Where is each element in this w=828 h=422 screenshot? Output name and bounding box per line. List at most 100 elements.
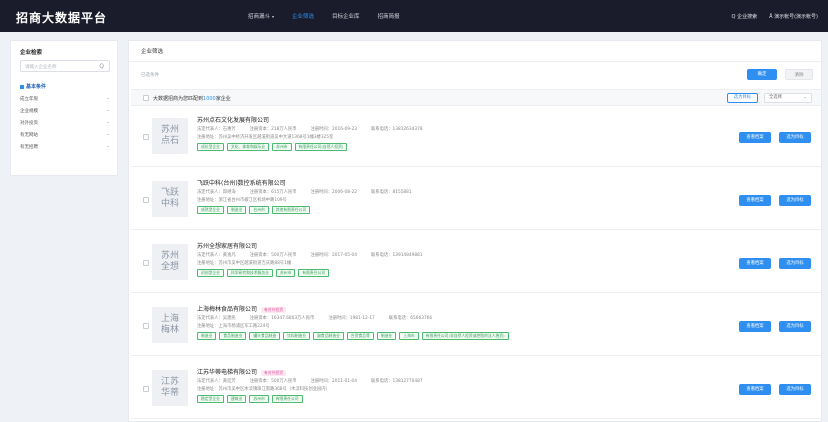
company-name-text: 江苏华蒂电梯有限公司	[197, 369, 258, 376]
app-title: 招商大数据平台	[16, 11, 108, 25]
company-name-text: 苏州全想家居有限公司	[197, 243, 258, 250]
company-card: 飞跃 中科 飞跃中科(台州)数控系统有限公司 法定代表人：邱继海 注册资本：615万…	[131, 170, 821, 230]
company-name[interactable]: 上海梅林食品有限公司 有对外投资	[197, 304, 286, 313]
company-tag: 制造业	[197, 332, 217, 340]
company-checkbox[interactable]	[143, 386, 149, 392]
company-tags: 初创型企业 科学研究和技术服务业 苏州市 有限责任公司	[197, 269, 330, 277]
company-tag: 台资食品等	[346, 332, 374, 340]
company-tag: 副食品制造业	[313, 332, 344, 340]
chevron-down-icon: ⌄	[106, 96, 110, 101]
registration-date: 注册时间：2011-01-04	[310, 379, 358, 384]
chevron-down-icon: ⌄	[106, 120, 110, 125]
investment-badge: 有对外投资	[261, 306, 286, 313]
company-info: 法定代表人：吴建民 注册资本：16347.6803万人民币 注册时间：1981-12…	[197, 315, 446, 321]
chevron-down-icon: ⌄	[803, 95, 807, 100]
company-name[interactable]: 苏州点石文化发展有限公司	[197, 115, 269, 124]
select-target-button[interactable]: 选为目标	[779, 384, 811, 395]
select-all-checkbox[interactable]	[143, 95, 149, 101]
company-checkbox[interactable]	[143, 260, 149, 266]
legal-rep: 法定代表人：石惠芳	[197, 127, 236, 132]
company-tag: 有限责任公司	[271, 395, 303, 403]
registration-date: 注册时间：1981-12-17	[328, 316, 375, 321]
summary-prefix: 大数据招商为您匹配到	[153, 96, 204, 102]
sidebar-item-has-hiring[interactable]: 有无招聘 ⌄	[20, 144, 110, 150]
select-target-button[interactable]: 选为目标	[779, 258, 811, 269]
sidebar-item-company-scale[interactable]: 企业规模 ⌄	[20, 108, 110, 114]
view-profile-button[interactable]: 查看档案	[739, 195, 771, 206]
company-tag: 罐头食品制造	[249, 332, 281, 340]
chevron-down-icon: ⌄	[106, 144, 110, 149]
company-name[interactable]: 江苏华蒂电梯有限公司 有对外投资	[197, 367, 286, 376]
company-search-input[interactable]: 请输入企业名称 Q	[20, 60, 110, 72]
company-card: 苏州 全想 苏州全想家居有限公司 法定代表人：黄逸凡 注册资本：500万人民币 注册时…	[131, 233, 821, 293]
company-address: 注册地址：苏州市吴中区木渎镇珠江南路368号（木渎科技创业园内）	[197, 387, 330, 392]
legal-rep: 法定代表人：黄逸凡	[197, 253, 236, 258]
contact-phone: 联系电话：65663766	[388, 316, 433, 321]
main-nav: 招商漏斗 ▾ 企业筛选 目标企业库 招商简报	[248, 12, 400, 20]
company-tag: 制造业	[376, 332, 397, 340]
company-tag: 成长型企业	[197, 143, 224, 151]
select-all-dropdown[interactable]: 全选择 ⌄	[764, 93, 812, 103]
company-tag: 食品制造业	[219, 332, 247, 340]
company-logo: 江苏 华蒂	[152, 370, 188, 406]
company-logo: 苏州 点石	[152, 118, 188, 154]
logo-line: 中科	[160, 199, 179, 209]
batch-select-target-button[interactable]: 选为目标	[727, 93, 758, 103]
sidebar-item-has-website[interactable]: 有无网站 ⌄	[20, 132, 110, 138]
company-search-link[interactable]: Q 企业搜索	[732, 13, 758, 20]
summary-suffix: 家企业	[215, 96, 231, 102]
logo-line: 华蒂	[160, 388, 179, 398]
sidebar-item-label: 对外投资	[20, 121, 38, 126]
company-address: 注册地址：上海市杨浦区军工路224号	[197, 324, 270, 329]
logo-line: 苏州	[160, 251, 179, 261]
contact-phone: 联系电话：13914849881	[371, 253, 423, 258]
company-address: 注册地址：苏州市吴中区越溪街道吉庆路88号1幢	[197, 261, 292, 266]
company-tag: 初创型企业	[197, 269, 224, 277]
investment-badge: 有对外投资	[261, 369, 286, 376]
company-address: 注册地址：苏州吴中经济开发区越溪街道吴中大道1368号1幢3楼325室	[197, 135, 334, 140]
registered-capital: 注册资本：500万人民币	[249, 379, 297, 384]
logo-line: 飞跃	[160, 188, 179, 198]
select-target-button[interactable]: 选为目标	[779, 321, 811, 332]
view-profile-button[interactable]: 查看档案	[739, 321, 771, 332]
company-checkbox[interactable]	[143, 197, 149, 203]
legal-rep: 法定代表人：黄廷芳	[197, 379, 236, 384]
company-name[interactable]: 苏州全想家居有限公司	[197, 241, 257, 250]
nav-item-target-companies[interactable]: 目标企业库	[332, 12, 360, 20]
select-target-button[interactable]: 选为目标	[779, 132, 811, 143]
user-account-menu[interactable]: Å 演示帐号(演示帐号)	[769, 13, 818, 20]
nav-item-funnel[interactable]: 招商漏斗 ▾	[248, 12, 274, 20]
company-name-text: 飞跃中科(台州)数控系统有限公司	[197, 180, 286, 187]
nav-item-company-filter[interactable]: 企业筛选	[292, 12, 314, 20]
section-marker-icon	[20, 84, 24, 89]
view-profile-button[interactable]: 查看档案	[739, 258, 771, 269]
confirm-button[interactable]: 确定	[747, 69, 777, 80]
chevron-down-icon: ⌄	[106, 132, 110, 137]
selected-conditions-label: 已选条件	[141, 73, 159, 78]
company-tag: 制造业	[226, 206, 247, 214]
company-name[interactable]: 飞跃中科(台州)数控系统有限公司	[197, 178, 286, 187]
company-checkbox[interactable]	[143, 323, 149, 329]
company-name-text: 苏州点石文化发展有限公司	[197, 117, 270, 124]
select-target-button[interactable]: 选为目标	[779, 195, 811, 206]
company-tag: 建筑业	[226, 395, 247, 403]
company-logo: 上海 梅林	[152, 307, 188, 343]
company-checkbox[interactable]	[143, 134, 149, 140]
company-tag: 苏州市	[249, 395, 269, 403]
company-tags: 稳定型企业 建筑业 苏州市 有限责任公司	[197, 395, 303, 403]
clear-button[interactable]: 清除	[785, 69, 813, 80]
sidebar-item-founded-years[interactable]: 成立年限 ⌄	[20, 96, 110, 102]
chevron-down-icon: ▾	[272, 14, 275, 19]
result-count: 1000	[203, 96, 216, 102]
view-profile-button[interactable]: 查看档案	[739, 132, 771, 143]
sidebar-item-label: 有无网站	[20, 133, 38, 138]
nav-item-briefing[interactable]: 招商简报	[378, 12, 400, 20]
view-profile-button[interactable]: 查看档案	[739, 384, 771, 395]
sidebar-item-investment[interactable]: 对外投资 ⌄	[20, 120, 110, 126]
select-all-label: 全选择	[769, 95, 782, 100]
search-icon[interactable]: Q	[99, 63, 104, 70]
search-sidebar: 企业检索 请输入企业名称 Q 基本条件 成立年限 ⌄ 企业规模 ⌄ 对外投资 ⌄ 有无…	[10, 40, 118, 176]
results-summary-text: 大数据招商为您匹配到1000家企业	[153, 95, 231, 102]
registered-capital: 注册资本：615万人民币	[249, 190, 297, 195]
company-tag: 成熟型企业	[197, 206, 224, 214]
